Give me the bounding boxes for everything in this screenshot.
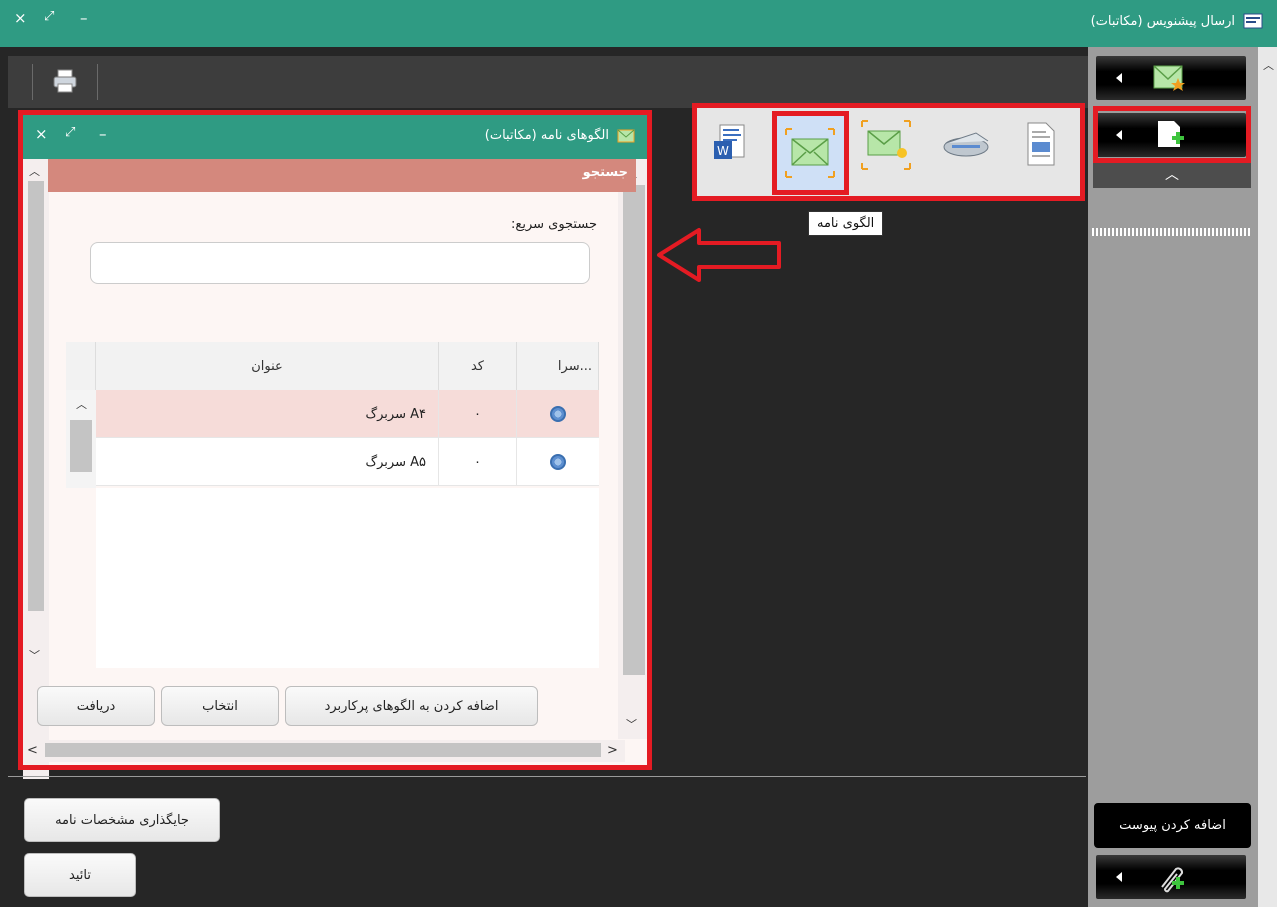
cell-type bbox=[517, 390, 599, 438]
attach-tooltip: اضافه کردن پیوست bbox=[1094, 803, 1251, 848]
minimize-icon[interactable]: – bbox=[80, 9, 88, 27]
print-icon[interactable] bbox=[52, 68, 78, 94]
row-selector-header bbox=[66, 342, 96, 390]
svg-text:W: W bbox=[717, 144, 729, 158]
confirm-button[interactable]: تائید bbox=[24, 853, 136, 897]
templates-table: عنوان کد سرا... ︿ سربرگ A۴ ۰ سربرگ A۵ ۰ bbox=[66, 342, 599, 488]
favorite-letter-icon bbox=[1153, 65, 1185, 91]
quick-search-input[interactable] bbox=[90, 242, 590, 284]
dialog-maximize-icon[interactable]: ⤢ bbox=[65, 125, 75, 140]
document-icon[interactable] bbox=[1012, 117, 1068, 173]
dialog-close-icon[interactable]: × bbox=[35, 125, 48, 143]
divider bbox=[8, 776, 1086, 777]
dialog-titlebar: × ⤢ – الگوهای نامه (مکاتبات) bbox=[23, 115, 647, 159]
cell-type bbox=[517, 438, 599, 486]
cell-code: ۰ bbox=[439, 438, 517, 486]
cell-code: ۰ bbox=[439, 390, 517, 438]
close-icon[interactable]: × bbox=[14, 9, 27, 27]
scroll-right-icon[interactable]: > bbox=[607, 743, 618, 758]
letter-template-icon bbox=[617, 129, 635, 142]
maximize-icon[interactable]: ⤢ bbox=[44, 9, 54, 24]
letter-template-button[interactable] bbox=[776, 115, 844, 191]
scroll-up-icon[interactable]: ︿ bbox=[1263, 57, 1274, 73]
cell-title: سربرگ A۴ bbox=[96, 390, 439, 438]
add-new-icon bbox=[1158, 121, 1184, 147]
window-titlebar: × ⤢ – ارسال پیشنویس (مکاتبات) bbox=[0, 0, 1277, 47]
place-letter-details-button[interactable]: جایگذاری مشخصات نامه bbox=[24, 798, 220, 842]
table-scrollbar[interactable]: ︿ bbox=[66, 390, 96, 488]
add-to-frequent-button[interactable]: اضافه کردن به الگوهای پرکاربرد bbox=[285, 686, 538, 726]
add-new-button[interactable] bbox=[1096, 113, 1246, 157]
column-header-code[interactable]: کد bbox=[439, 342, 517, 390]
table-row[interactable]: سربرگ A۵ ۰ bbox=[96, 438, 599, 486]
page-scrollbar[interactable]: ︿ ﹀ bbox=[1258, 47, 1277, 907]
column-header-type[interactable]: سرا... bbox=[517, 342, 599, 390]
scroll-down-icon[interactable]: ﹀ bbox=[626, 716, 637, 732]
attach-file-button[interactable] bbox=[1096, 855, 1246, 899]
icon-panel: W bbox=[692, 103, 1085, 201]
dialog-minimize-icon[interactable]: – bbox=[99, 125, 107, 143]
table-row[interactable]: سربرگ A۴ ۰ bbox=[96, 390, 599, 438]
word-document-icon[interactable]: W bbox=[702, 117, 758, 173]
scanner-icon[interactable] bbox=[938, 117, 994, 173]
toolbar bbox=[8, 56, 1088, 108]
globe-icon bbox=[550, 454, 566, 470]
scroll-up-icon[interactable]: ︿ bbox=[29, 163, 40, 179]
letter-template-icon bbox=[785, 128, 835, 178]
cell-title: سربرگ A۵ bbox=[96, 438, 439, 486]
letter-template-tooltip: الگوی نامه bbox=[808, 211, 884, 236]
quick-search-label: جستجوی سریع: bbox=[511, 217, 597, 232]
receive-button[interactable]: دریافت bbox=[37, 686, 155, 726]
window-title: ارسال پیشنویس (مکاتبات) bbox=[1090, 13, 1235, 29]
right-scrollbar[interactable]: ︿ ﹀ bbox=[618, 159, 648, 739]
column-header-title[interactable]: عنوان bbox=[96, 342, 439, 390]
scroll-down-icon[interactable]: ﹀ bbox=[29, 647, 40, 663]
send-draft-icon bbox=[1243, 13, 1263, 29]
attach-file-icon bbox=[1161, 867, 1184, 893]
pointer-arrow bbox=[657, 228, 781, 282]
search-section-header[interactable]: جستجو bbox=[48, 159, 636, 192]
horizontal-scrollbar[interactable]: < > bbox=[23, 740, 625, 762]
table-empty-area bbox=[96, 488, 599, 668]
scroll-left-icon[interactable]: < bbox=[27, 743, 38, 758]
splitter-handle[interactable] bbox=[1092, 228, 1252, 236]
envelope-idea-icon[interactable] bbox=[858, 117, 914, 173]
collapse-up-icon[interactable]: ︿ bbox=[1093, 162, 1251, 188]
select-button[interactable]: انتخاب bbox=[161, 686, 279, 726]
dialog-title: الگوهای نامه (مکاتبات) bbox=[484, 128, 609, 143]
favorite-letter-button[interactable] bbox=[1096, 56, 1246, 100]
globe-icon bbox=[550, 406, 566, 422]
